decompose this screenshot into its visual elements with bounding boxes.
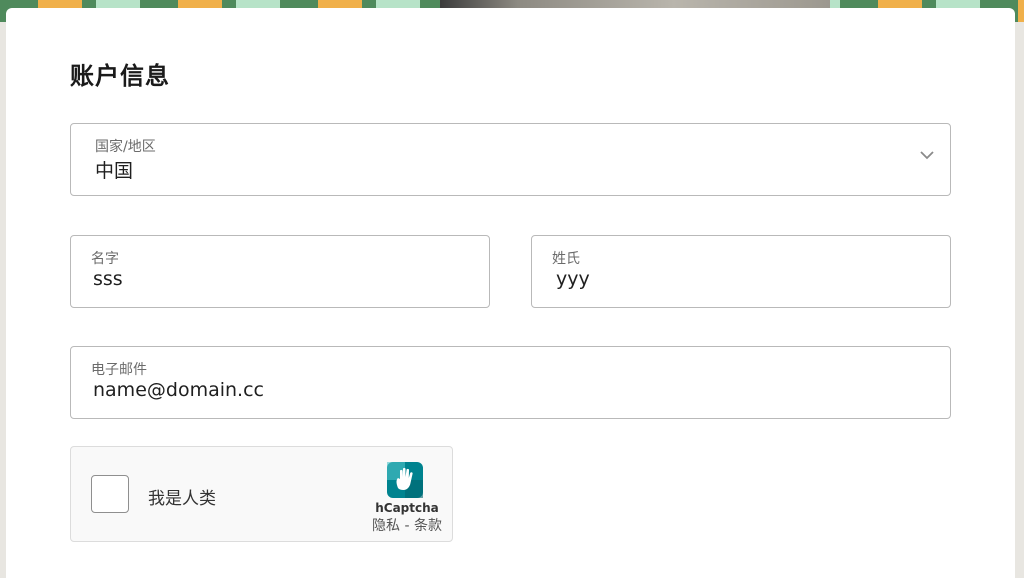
hcaptcha-brand: hCaptcha [375,501,439,515]
country-value: 中国 [95,160,134,182]
hcaptcha-logo-icon [387,462,423,498]
hcaptcha-widget: 我是人类 hCaptcha 隐私 - 条款 [70,446,453,542]
section-title: 账户信息 [70,62,170,90]
last-name-field[interactable]: 姓氏 [531,235,951,308]
last-name-label: 姓氏 [552,251,580,267]
last-name-input[interactable] [556,268,936,290]
email-input[interactable] [93,379,923,401]
first-name-field[interactable]: 名字 [70,235,490,308]
country-select[interactable]: 国家/地区 中国 [70,123,951,196]
hcaptcha-privacy-terms-links[interactable]: 隐私 - 条款 [361,515,453,535]
country-label: 国家/地区 [95,139,156,155]
captcha-checkbox[interactable] [91,475,129,513]
first-name-input[interactable] [93,268,473,290]
chevron-down-icon [920,151,934,160]
email-field[interactable]: 电子邮件 [70,346,951,419]
account-form-card: 账户信息 国家/地区 中国 名字 姓氏 电子邮件 我是人类 hCaptcha 隐… [6,8,1015,578]
email-label: 电子邮件 [91,362,147,378]
first-name-label: 名字 [91,251,119,267]
captcha-checkbox-label: 我是人类 [148,489,216,509]
